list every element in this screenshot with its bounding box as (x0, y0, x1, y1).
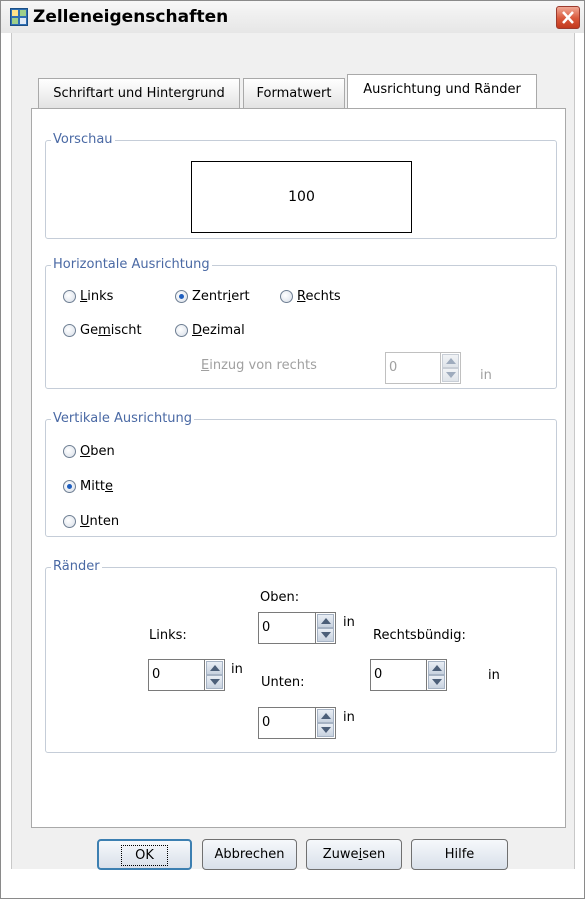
indent-from-right-input[interactable]: 0 (385, 352, 441, 384)
radio-circle (63, 445, 76, 458)
dialog-window: Zelleneigenschaften Schriftart und Hinte… (0, 0, 585, 899)
margin-right-spinner[interactable]: 0 (370, 659, 450, 691)
margin-left-unit: in (231, 662, 243, 677)
title-bar[interactable]: Zelleneigenschaften (1, 1, 584, 33)
spin-buttons[interactable] (427, 659, 447, 691)
spin-up-icon[interactable] (206, 661, 223, 675)
spin-up-icon[interactable] (317, 614, 334, 628)
preview-box: 100 (191, 161, 412, 233)
radio-middle[interactable]: Mitte (63, 479, 113, 494)
indent-from-right-label: Einzug von rechts (201, 358, 317, 373)
radio-bottom[interactable]: Unten (63, 514, 119, 529)
spin-down-icon[interactable] (442, 368, 459, 382)
radio-label: Gemischt (80, 323, 142, 338)
vertical-alignment-group (45, 419, 557, 537)
window-title: Zelleneigenschaften (33, 7, 229, 27)
spin-down-icon[interactable] (428, 675, 445, 689)
radio-label: Rechts (297, 289, 341, 304)
margin-bottom-input[interactable]: 0 (258, 707, 316, 739)
margin-bottom-label: Unten: (261, 675, 305, 690)
tab-font-and-background[interactable]: Schriftart und Hintergrund (38, 78, 240, 108)
apply-button[interactable]: Zuweisen (306, 839, 402, 870)
margin-right-unit: in (488, 668, 500, 683)
app-table-icon (10, 8, 28, 26)
indent-unit-label: in (480, 368, 492, 383)
margin-top-input[interactable]: 0 (258, 612, 316, 644)
radio-circle (63, 324, 76, 337)
margin-left-spinner[interactable]: 0 (148, 659, 228, 691)
margin-right-input[interactable]: 0 (370, 659, 427, 691)
cancel-button[interactable]: Abbrechen (202, 839, 297, 870)
radio-circle (63, 290, 76, 303)
radio-circle (280, 290, 293, 303)
margins-legend: Ränder (51, 559, 102, 574)
radio-label: Zentriert (192, 289, 250, 304)
radio-decimal[interactable]: Dezimal (175, 323, 245, 338)
margin-top-spinner[interactable]: 0 (258, 612, 340, 644)
margin-top-unit: in (343, 615, 355, 630)
radio-label: Dezimal (192, 323, 245, 338)
spin-buttons[interactable] (316, 707, 336, 739)
close-icon (562, 11, 574, 24)
indent-from-right-spinner[interactable]: 0 (385, 352, 467, 384)
vertical-alignment-legend: Vertikale Ausrichtung (51, 411, 195, 426)
tab-alignment-and-margins[interactable]: Ausrichtung und Ränder (347, 74, 537, 108)
spin-down-icon[interactable] (206, 675, 223, 689)
help-button[interactable]: Hilfe (411, 839, 508, 870)
horizontal-alignment-legend: Horizontale Ausrichtung (51, 257, 212, 272)
radio-label: Links (80, 289, 114, 304)
radio-circle (63, 515, 76, 528)
margin-bottom-unit: in (343, 710, 355, 725)
margin-bottom-spinner[interactable]: 0 (258, 707, 340, 739)
radio-left[interactable]: Links (63, 289, 113, 304)
radio-circle (175, 324, 188, 337)
radio-circle-selected (175, 290, 188, 303)
spin-buttons[interactable] (205, 659, 225, 691)
radio-mixed[interactable]: Gemischt (63, 323, 142, 338)
margin-right-label: Rechtsbündig: (373, 628, 466, 643)
spin-up-icon[interactable] (317, 709, 334, 723)
ok-button[interactable]: OK (97, 839, 192, 870)
preview-legend: Vorschau (51, 132, 115, 147)
spin-up-icon[interactable] (428, 661, 445, 675)
radio-label: Unten (80, 514, 120, 529)
spin-buttons[interactable] (441, 352, 461, 384)
radio-label: Mitte (80, 479, 114, 494)
margin-left-input[interactable]: 0 (148, 659, 205, 691)
spin-down-icon[interactable] (317, 723, 334, 737)
tab-format-value[interactable]: Formatwert (243, 78, 345, 108)
spin-buttons[interactable] (316, 612, 336, 644)
margin-left-label: Links: (149, 628, 187, 643)
radio-top[interactable]: Oben (63, 444, 115, 459)
close-button[interactable] (556, 6, 580, 29)
radio-circle-selected (63, 480, 76, 493)
spin-up-icon[interactable] (442, 354, 459, 368)
radio-right[interactable]: Rechts (280, 289, 341, 304)
spin-down-icon[interactable] (317, 628, 334, 642)
radio-centered[interactable]: Zentriert (175, 289, 250, 304)
margin-top-label: Oben: (260, 590, 300, 605)
radio-label: Oben (80, 444, 115, 459)
